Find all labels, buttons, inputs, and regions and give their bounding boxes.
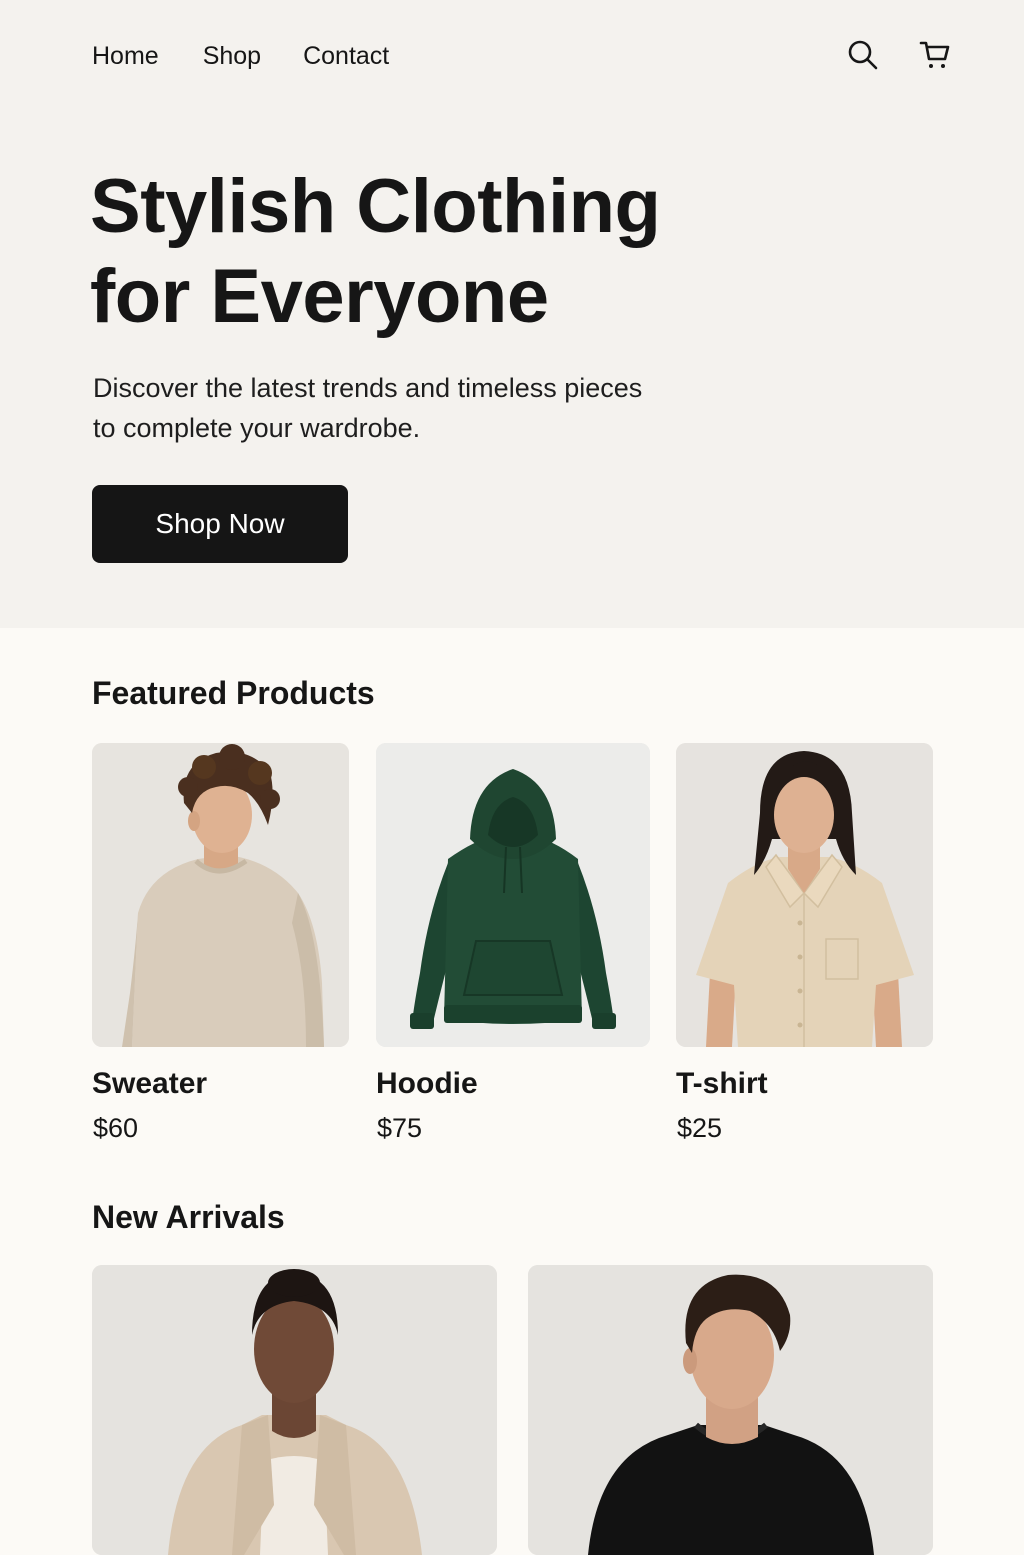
product-name[interactable]: Hoodie <box>376 1065 478 1103</box>
product-card-tshirt[interactable]: T-shirt $25 <box>676 743 933 1143</box>
nav-link-contact[interactable]: Contact <box>303 40 389 72</box>
hero-subtitle: Discover the latest trends and timeless … <box>93 368 693 448</box>
product-price: $25 <box>677 1113 723 1143</box>
new-arrivals-title: New Arrivals <box>92 1199 285 1235</box>
search-icon <box>848 40 878 70</box>
arrival-image-black-tshirt <box>528 1265 933 1555</box>
hero-subtitle-line-1: Discover the latest trends and timeless … <box>93 373 643 403</box>
nav-link-shop[interactable]: Shop <box>203 40 261 72</box>
hero-title: Stylish Clothing for Everyone <box>90 162 730 342</box>
nav-links: Home Shop Contact <box>92 40 389 72</box>
cart-button[interactable] <box>918 38 952 72</box>
product-price: $75 <box>377 1113 423 1143</box>
product-name[interactable]: T-shirt <box>676 1065 768 1103</box>
product-image-hoodie[interactable] <box>376 743 650 1047</box>
product-card-sweater[interactable]: Sweater $60 <box>92 743 349 1143</box>
product-image-tshirt[interactable] <box>676 743 933 1047</box>
product-name[interactable]: Sweater <box>92 1065 207 1103</box>
arrival-image-blazer <box>92 1265 497 1555</box>
arrival-card-blazer[interactable] <box>92 1265 497 1555</box>
cart-icon <box>919 41 950 68</box>
hero-subtitle-line-2: to complete your wardrobe. <box>93 413 421 443</box>
arrival-card-black-tshirt[interactable] <box>528 1265 933 1555</box>
product-price: $60 <box>93 1113 139 1143</box>
hero-section: Home Shop Contact Stylish Clothing for E… <box>0 0 1024 628</box>
hero-title-line-1: Stylish Clothing <box>90 164 661 249</box>
nav-icons <box>846 38 952 72</box>
product-image-sweater[interactable] <box>92 743 349 1047</box>
nav-link-home[interactable]: Home <box>92 40 159 72</box>
shop-now-button[interactable]: Shop Now <box>92 485 348 563</box>
search-button[interactable] <box>846 38 880 72</box>
product-card-hoodie[interactable]: Hoodie $75 <box>376 743 650 1143</box>
hero-title-line-2: for Everyone <box>90 254 549 339</box>
featured-products-title: Featured Products <box>92 675 375 711</box>
